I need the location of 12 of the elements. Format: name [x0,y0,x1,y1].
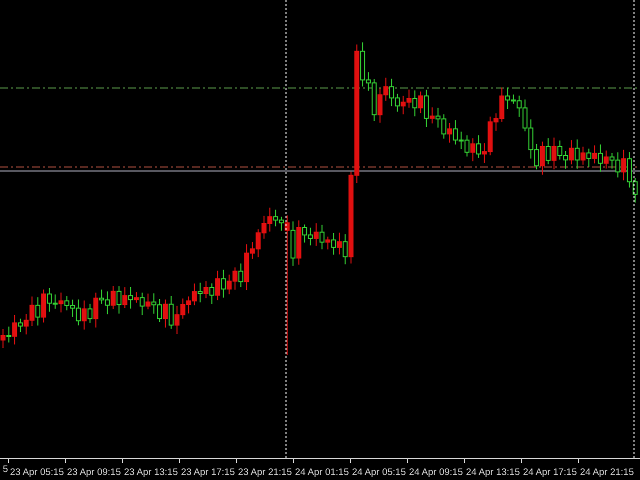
time-axis-label: 23 Apr 05:15 [10,466,64,478]
time-axis-label: 5 [2,463,8,477]
time-axis-label: 24 Apr 05:15 [352,466,406,478]
time-axis-label: 23 Apr 17:15 [181,466,235,478]
time-axis-label: 24 Apr 17:15 [523,466,577,478]
time-axis-label: 24 Apr 21:15 [580,466,634,478]
time-axis-label: 23 Apr 09:15 [67,466,121,478]
time-axis-label: 23 Apr 21:15 [238,466,292,478]
time-axis-label: 24 Apr 09:15 [409,466,463,478]
time-axis-label: 24 Apr 13:15 [466,466,520,478]
time-axis-label: 24 Apr 01:15 [295,466,349,478]
time-axis-label: 23 Apr 13:15 [124,466,178,478]
